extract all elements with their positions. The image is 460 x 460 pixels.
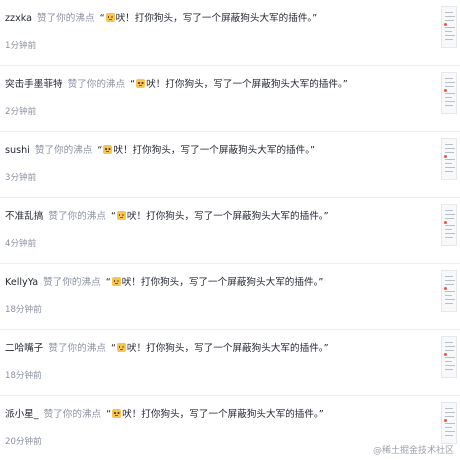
notification-item[interactable]: 突击手墨菲特 赞了你的沸点 “ 吠！打你狗头，写了一个屏蔽狗头大军的插件。” 2分钟前: [0, 66, 460, 132]
notification-text: 二哈嘴子 赞了你的沸点 “ 吠！打你狗头，写了一个屏蔽狗头大军的插件。”: [5, 342, 329, 356]
dog-head-emoji-icon: [112, 409, 122, 418]
notification-item[interactable]: 不准乱搞 赞了你的沸点 “ 吠！打你狗头，写了一个屏蔽狗头大军的插件。” 4分钟前: [0, 198, 460, 264]
notification-text: 派小星_ 赞了你的沸点 “ 吠！打你狗头，写了一个屏蔽狗头大军的插件。”: [5, 408, 324, 422]
quoted-pin[interactable]: “ 吠！打你狗头，写了一个屏蔽狗头大军的插件。”: [105, 277, 324, 288]
user-name[interactable]: KellyYa: [5, 277, 38, 288]
pin-thumbnail[interactable]: [441, 270, 457, 312]
pin-thumbnail[interactable]: [441, 336, 457, 378]
action-text: 赞了你的沸点: [67, 79, 126, 90]
user-name[interactable]: 派小星_: [5, 409, 39, 420]
notification-text: 突击手墨菲特 赞了你的沸点 “ 吠！打你狗头，写了一个屏蔽狗头大军的插件。”: [5, 78, 348, 92]
user-name[interactable]: 突击手墨菲特: [5, 79, 63, 90]
action-text: 赞了你的沸点: [48, 211, 106, 222]
user-name[interactable]: sushi: [5, 145, 30, 156]
quote-mark: “: [99, 13, 105, 24]
quoted-pin-text: 吠！打你狗头，写了一个屏蔽狗头大军的插件。”: [121, 277, 324, 288]
action-text: 赞了你的沸点: [48, 343, 106, 354]
action-text: 赞了你的沸点: [37, 13, 95, 24]
user-name[interactable]: 不准乱搞: [5, 211, 43, 222]
timestamp: 1分钟前: [5, 41, 37, 51]
action-text: 赞了你的沸点: [43, 409, 102, 420]
notification-text: 不准乱搞 赞了你的沸点 “ 吠！打你狗头，写了一个屏蔽狗头大军的插件。”: [5, 210, 329, 224]
quote-mark: “: [110, 211, 116, 222]
pin-thumbnail[interactable]: [441, 72, 457, 114]
quote-mark: “: [97, 145, 103, 156]
quote-mark: “: [106, 409, 112, 420]
watermark: @稀土掘金技术社区: [372, 446, 454, 456]
notification-item[interactable]: zzxka 赞了你的沸点 “ 吠！打你狗头，写了一个屏蔽狗头大军的插件。” 1分钟前: [0, 0, 460, 66]
dog-head-emoji-icon: [116, 211, 126, 220]
dog-head-emoji-icon: [103, 145, 113, 154]
quote-mark: “: [130, 79, 136, 90]
pin-thumbnail[interactable]: [441, 138, 457, 180]
notification-item[interactable]: KellyYa 赞了你的沸点 “ 吠！打你狗头，写了一个屏蔽狗头大军的插件。” 18分…: [0, 264, 460, 330]
action-text: 赞了你的沸点: [34, 145, 93, 156]
quoted-pin-text: 吠！打你狗头，写了一个屏蔽狗头大军的插件。”: [113, 145, 316, 156]
notification-text: sushi 赞了你的沸点 “ 吠！打你狗头，写了一个屏蔽狗头大军的插件。”: [5, 144, 315, 158]
pin-thumbnail[interactable]: [441, 204, 457, 246]
notification-text: zzxka 赞了你的沸点 “ 吠！打你狗头，写了一个屏蔽狗头大军的插件。”: [5, 12, 317, 26]
pin-thumbnail[interactable]: [441, 6, 457, 48]
quoted-pin-text: 吠！打你狗头，写了一个屏蔽狗头大军的插件。”: [126, 211, 329, 222]
notification-list: zzxka 赞了你的沸点 “吠！打你狗头，写了一个屏蔽狗头大军的插件。” 1分钟前 …: [0, 0, 460, 460]
timestamp: 3分钟前: [5, 173, 37, 183]
notification-item[interactable]: 二哈嘴子 赞了你的沸点 “ 吠！打你狗头，写了一个屏蔽狗头大军的插件。” 18分钟前: [0, 330, 460, 396]
dog-head-emoji-icon: [105, 13, 115, 22]
quoted-pin-text: 吠！打你狗头，写了一个屏蔽狗头大军的插件。”: [115, 13, 318, 24]
quoted-pin[interactable]: “ 吠！打你狗头，写了一个屏蔽狗头大军的插件。”: [106, 409, 324, 420]
timestamp: 20分钟前: [5, 437, 42, 447]
quoted-pin-text: 吠！打你狗头，写了一个屏蔽狗头大军的插件。”: [122, 409, 324, 420]
dog-head-emoji-icon: [111, 277, 121, 286]
dog-head-emoji-icon: [136, 79, 146, 88]
pin-thumbnail[interactable]: [441, 402, 457, 444]
quote-mark: “: [110, 343, 116, 354]
timestamp: 4分钟前: [5, 239, 37, 249]
timestamp: 18分钟前: [5, 371, 42, 381]
notification-item[interactable]: sushi 赞了你的沸点 “ 吠！打你狗头，写了一个屏蔽狗头大军的插件。” 3分钟前: [0, 132, 460, 198]
user-name[interactable]: zzxka: [5, 13, 32, 24]
quoted-pin[interactable]: “ 吠！打你狗头，写了一个屏蔽狗头大军的插件。”: [99, 13, 318, 24]
timestamp: 2分钟前: [5, 107, 37, 117]
quoted-pin[interactable]: “ 吠！打你狗头，写了一个屏蔽狗头大军的插件。”: [111, 343, 329, 354]
notification-text: KellyYa 赞了你的沸点 “ 吠！打你狗头，写了一个屏蔽狗头大军的插件。”: [5, 276, 323, 290]
action-text: 赞了你的沸点: [43, 277, 101, 288]
quoted-pin-text: 吠！打你狗头，写了一个屏蔽狗头大军的插件。”: [146, 79, 348, 90]
quoted-pin[interactable]: “ 吠！打你狗头，写了一个屏蔽狗头大军的插件。”: [97, 145, 315, 156]
quote-mark: “: [105, 277, 111, 288]
dog-head-emoji-icon: [116, 343, 126, 352]
quoted-pin-text: 吠！打你狗头，写了一个屏蔽狗头大军的插件。”: [126, 343, 329, 354]
quoted-pin[interactable]: “ 吠！打你狗头，写了一个屏蔽狗头大军的插件。”: [130, 79, 348, 90]
user-name[interactable]: 二哈嘴子: [5, 343, 43, 354]
quoted-pin[interactable]: “ 吠！打你狗头，写了一个屏蔽狗头大军的插件。”: [111, 211, 329, 222]
timestamp: 18分钟前: [5, 305, 42, 315]
